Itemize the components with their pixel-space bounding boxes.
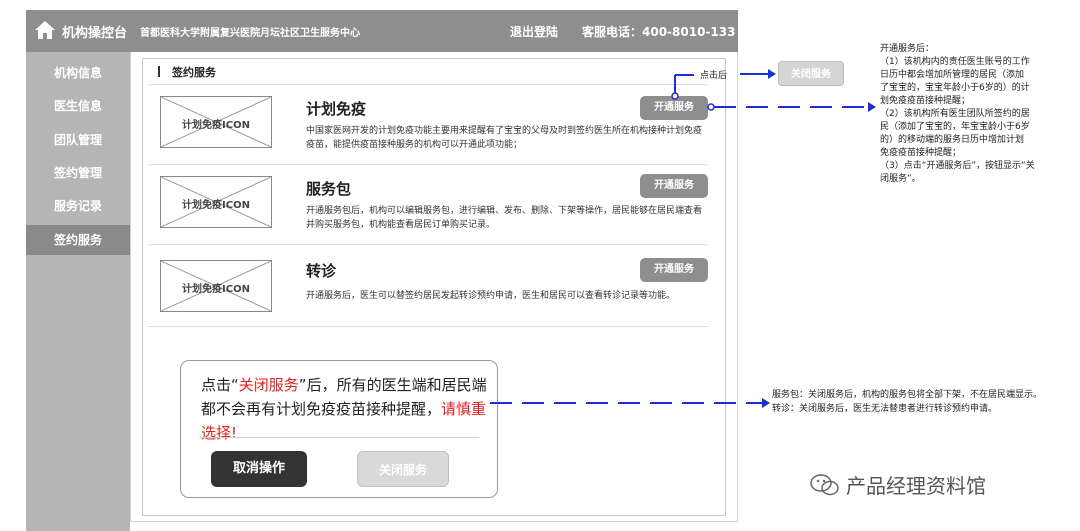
close-service-demo-button: 关闭服务 [778, 61, 844, 86]
note-line: 闭服务”。 [880, 174, 921, 184]
annotation-arrowhead [868, 102, 876, 112]
note-line: 免疫疫苗接种提醒； [880, 148, 962, 158]
note-line: （2）该机构所有医生团队所签约的居 [880, 109, 1030, 119]
note-line: （1）该机构内的责任医生账号的工作 [880, 57, 1030, 67]
annotation-arrowhead [768, 69, 776, 79]
note-line: 日历中都会增加所管理的居民（添加 [880, 70, 1025, 80]
bottom-annotation-note: 服务包：关闭服务后，机构的服务包将全部下架，不在居民端显示。 转诊：关闭服务后，… [772, 388, 1078, 416]
annotation-dot [707, 103, 715, 111]
note-line: 民（添加了宝宝的，年宝宝龄小于6岁 [880, 122, 1030, 132]
note-line: 的）的移动端的服务日历中增加计划 [880, 135, 1025, 145]
annotation-arrowhead [762, 398, 770, 408]
watermark: 产品经理资料馆 [810, 470, 986, 501]
after-click-label: 点击后 [700, 71, 728, 81]
note-line: 服务包：关闭服务后，机构的服务包将全部下架，不在居民端显示。 [772, 390, 1043, 400]
annotation-dot [671, 92, 679, 100]
note-line: 了宝宝的，宝宝年龄小于6岁的）的计 [880, 83, 1030, 93]
note-line: 转诊：关闭服务后，医生无法替患者进行转诊预约申请。 [772, 404, 998, 414]
note-line: （3）点击“开通服务后”，按钮显示“关 [880, 161, 1035, 171]
note-line: 划免疫疫苗接种提醒； [880, 96, 971, 106]
wechat-icon [810, 474, 840, 501]
watermark-text: 产品经理资料馆 [846, 474, 986, 498]
note-line: 开通服务后： [880, 44, 935, 54]
right-annotation-note: 开通服务后： （1）该机构内的责任医生账号的工作 日历中都会增加所管理的居民（添… [880, 43, 1060, 186]
